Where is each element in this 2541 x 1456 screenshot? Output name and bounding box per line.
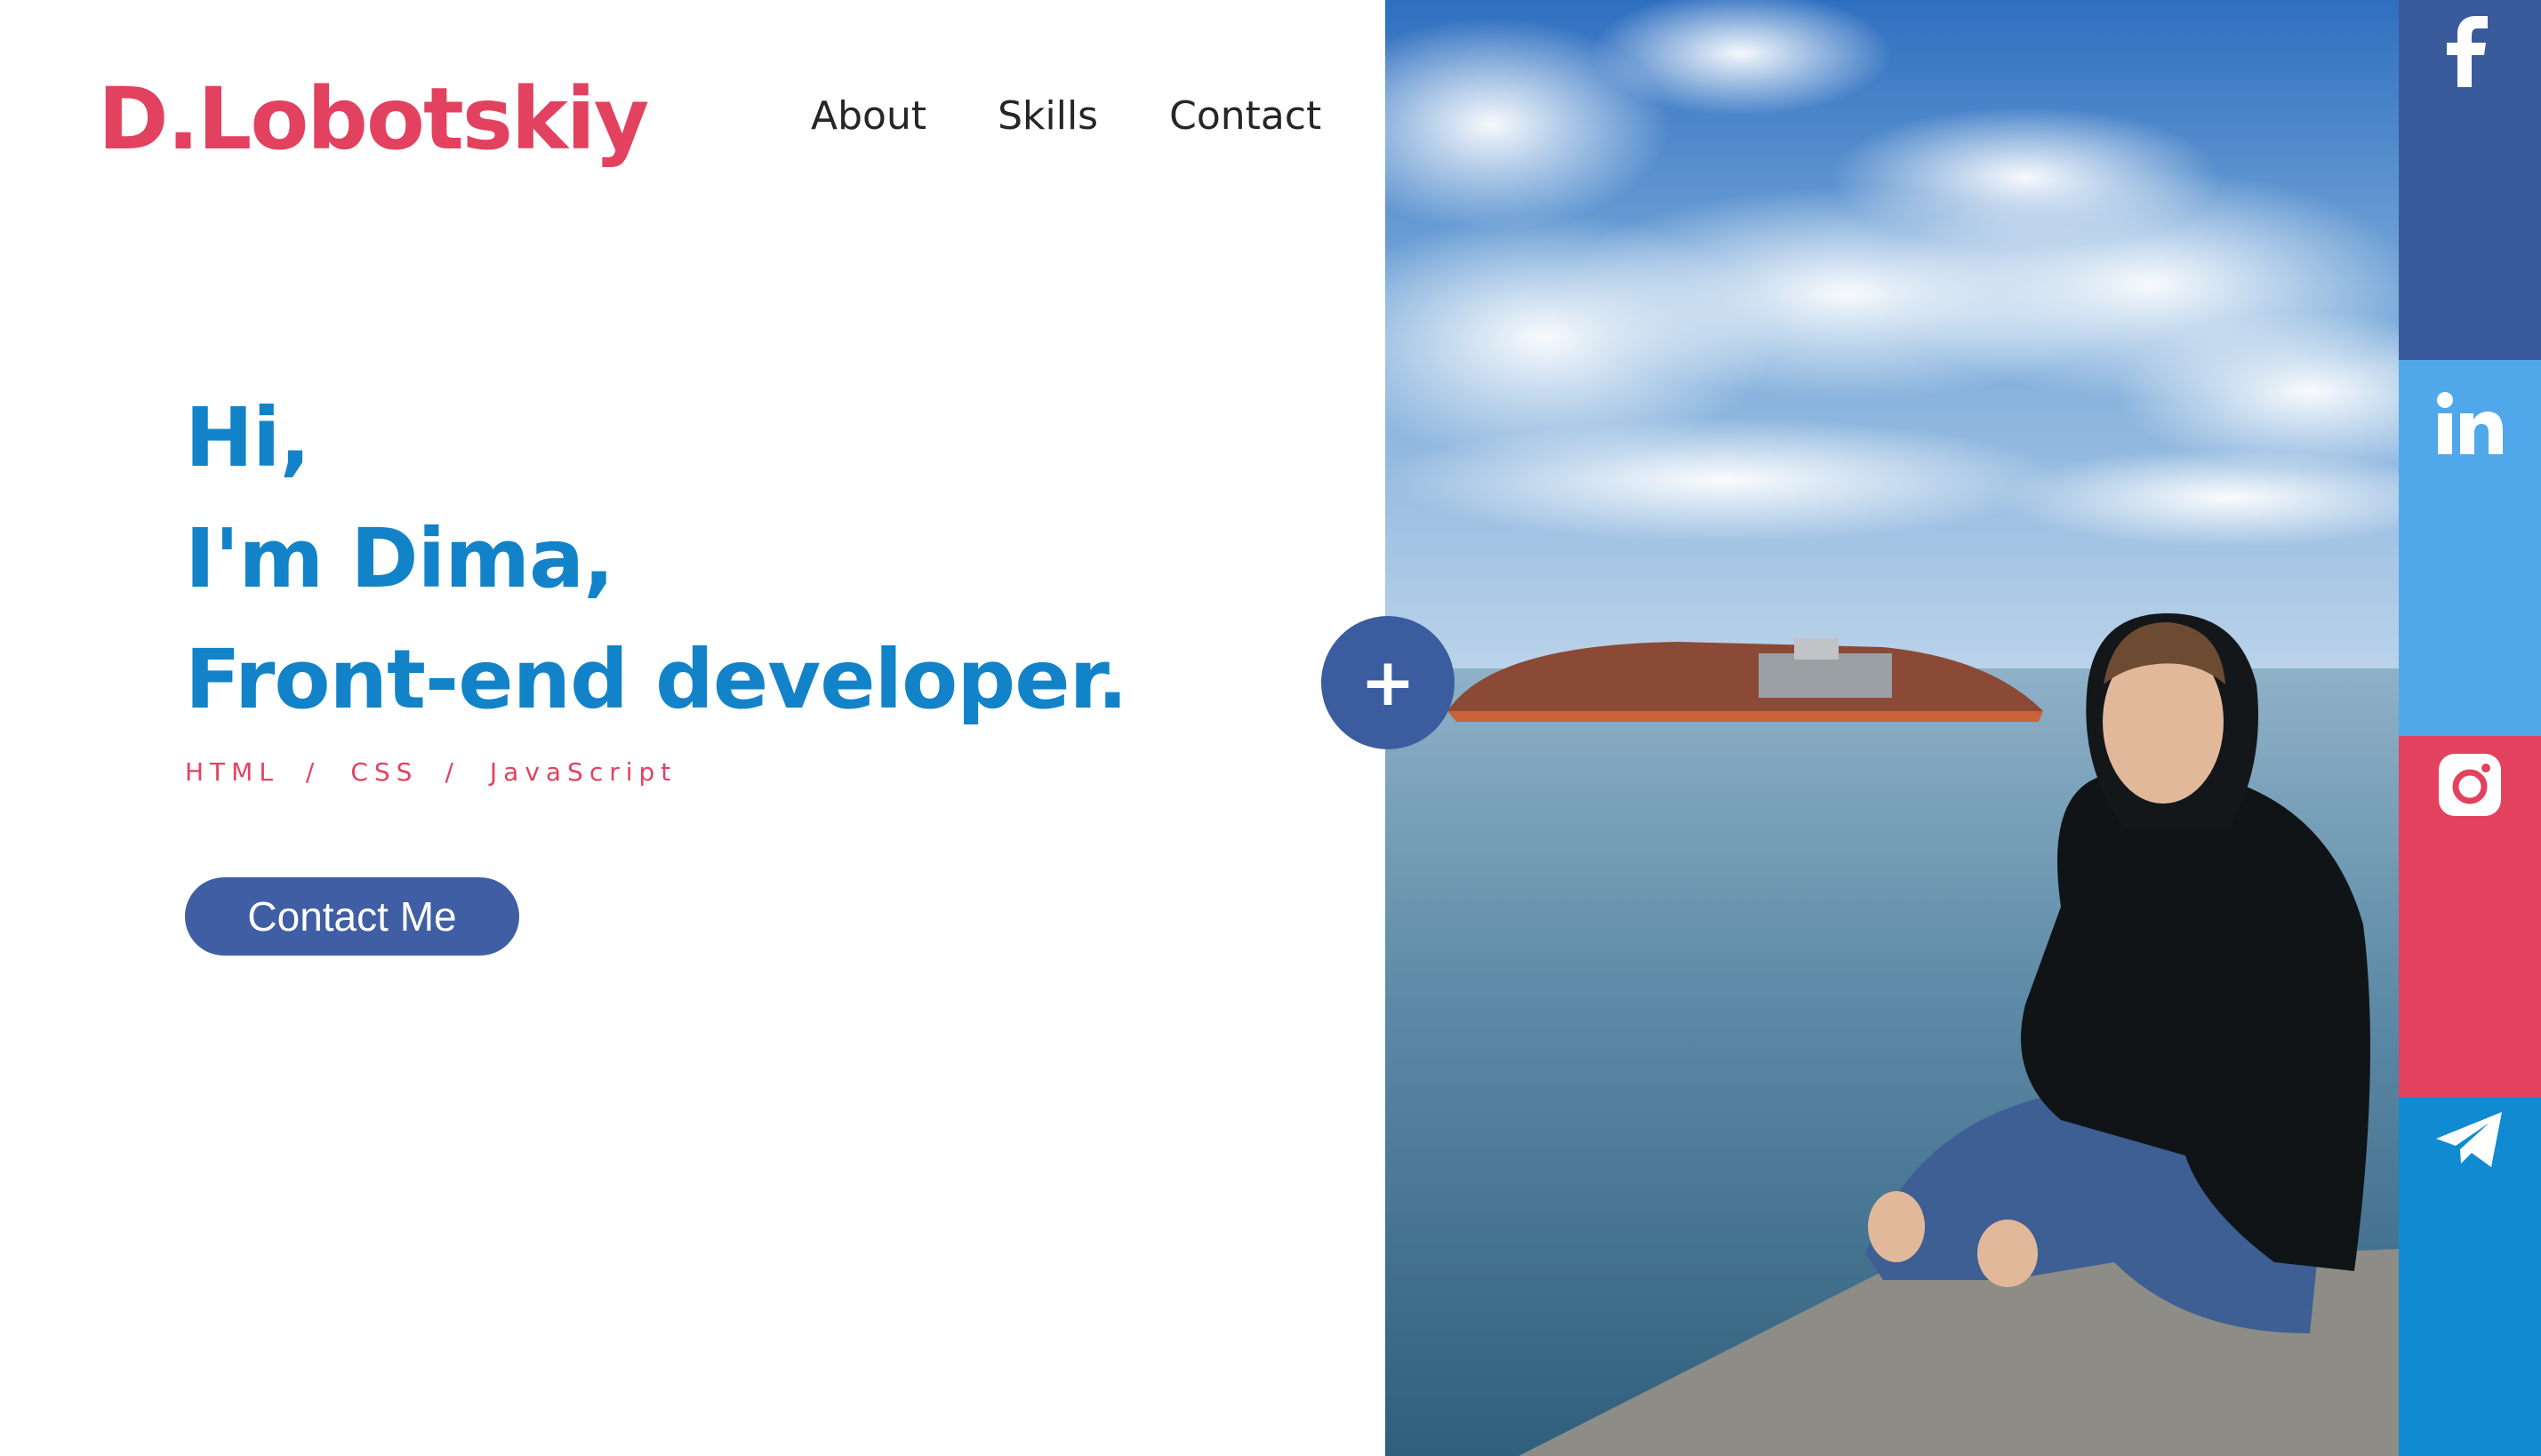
facebook-icon <box>2447 16 2488 87</box>
nav-link-about[interactable]: About <box>811 93 926 139</box>
tech-css: CSS <box>350 757 419 787</box>
hero-name: I'm Dima, <box>185 511 614 606</box>
profile-photo <box>1385 0 2399 1456</box>
contact-me-button[interactable]: Contact Me <box>185 877 519 956</box>
social-link-facebook[interactable] <box>2399 0 2541 360</box>
tech-html: HTML <box>185 757 279 787</box>
hero-role: Front-end developer. <box>185 632 1128 727</box>
social-link-linkedin[interactable] <box>2399 360 2541 736</box>
social-bar <box>2399 0 2541 1456</box>
instagram-icon <box>2439 754 2501 816</box>
tech-separator: / <box>305 757 321 787</box>
tech-separator: / <box>445 757 460 787</box>
social-link-telegram[interactable] <box>2399 1098 2541 1456</box>
telegram-icon <box>2436 1112 2502 1167</box>
photo-illustration <box>1385 0 2399 1456</box>
site-logo[interactable]: D.Lobotskiy <box>98 69 649 169</box>
nav-link-skills[interactable]: Skills <box>998 93 1098 139</box>
tech-stack: HTML / CSS / JavaScript <box>185 757 677 787</box>
tech-javascript: JavaScript <box>489 757 677 787</box>
hero-greeting: Hi, <box>185 390 310 485</box>
linkedin-icon <box>2437 392 2503 454</box>
plus-button[interactable]: + <box>1321 616 1455 749</box>
social-link-instagram[interactable] <box>2399 736 2541 1098</box>
hero-heading: Hi, I'm Dima, Front-end developer. <box>185 378 1128 740</box>
nav-link-contact[interactable]: Contact <box>1169 93 1321 139</box>
main-nav: About Skills Contact <box>811 93 1321 139</box>
intro-panel: D.Lobotskiy About Skills Contact Hi, I'm… <box>0 0 1385 1456</box>
